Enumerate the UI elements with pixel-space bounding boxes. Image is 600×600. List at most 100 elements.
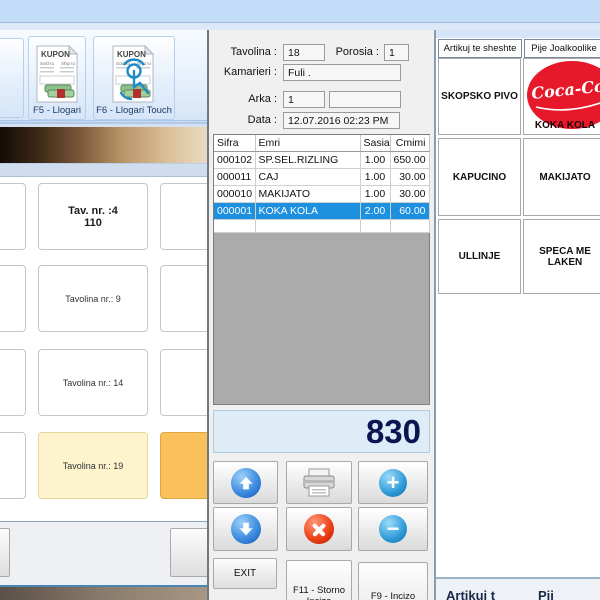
cell-sasia: 1.00 bbox=[360, 186, 390, 203]
order-panel: Tavolina : 18 Porosia : 1 Kamarieri : Fu… bbox=[207, 30, 435, 600]
up-arrow-icon bbox=[231, 468, 261, 498]
f9-incizo-button[interactable]: F9 - Incizo bbox=[358, 562, 428, 600]
ribbon-button-partial-touch[interactable]: Touch bbox=[0, 38, 24, 118]
down-arrow-icon bbox=[231, 514, 261, 544]
table-button-label: Tavolina nr.: 14 bbox=[63, 378, 124, 388]
f11-storno-button[interactable]: F11 - Storno Incizo bbox=[286, 560, 352, 600]
kamarieri-value: Fuli . bbox=[288, 67, 311, 79]
f5-llogari-label: F5 - Llogari bbox=[32, 103, 82, 119]
column-header-sasia[interactable]: Sasia bbox=[360, 135, 390, 152]
kamarieri-label: Kamarieri : bbox=[209, 66, 277, 78]
article-button-makijato[interactable]: MAKIJATO bbox=[523, 138, 600, 216]
move-up-button[interactable] bbox=[213, 461, 278, 504]
porosia-label: Porosia : bbox=[321, 46, 379, 58]
data-label: Data : bbox=[209, 114, 277, 126]
f6-llogari-touch-button[interactable]: KUPON Sold to Ship to F6 - Llogari Touch bbox=[93, 36, 175, 120]
f11-storno-sublabel: Incizo bbox=[287, 596, 351, 600]
table-button-9[interactable]: Tavolina nr.: 9 bbox=[38, 265, 148, 332]
cell-sifra: 000102 bbox=[214, 152, 255, 169]
column-header-sifra[interactable]: Sifra bbox=[214, 135, 255, 152]
cell-cmimi: 650.00 bbox=[390, 152, 429, 169]
article-label: MAKIJATO bbox=[539, 172, 590, 183]
remove-item-button[interactable]: − bbox=[358, 507, 428, 551]
tab-label: Artikuj te sheshte bbox=[444, 43, 517, 54]
article-button-skopsko-pivo[interactable]: SKOPSKO PIVO bbox=[438, 58, 521, 135]
cell-emri: SP.SEL.RIZLING bbox=[255, 152, 360, 169]
minus-icon: − bbox=[379, 515, 407, 543]
data-value: 12.07.2016 02:23 PM bbox=[288, 115, 388, 127]
panel-top-strip bbox=[436, 30, 600, 38]
order-items-table[interactable]: Sifra Emri Sasia Cmimi 000102 SP.SEL.RIZ… bbox=[213, 134, 430, 405]
cancel-x-icon bbox=[304, 514, 334, 544]
ribbon-button-label: Touch bbox=[0, 101, 2, 117]
money-stack-icon bbox=[45, 85, 74, 98]
article-label: SPECA ME LAKEN bbox=[532, 246, 598, 268]
table-row[interactable]: 000010 MAKIJATO 1.00 30.00 bbox=[214, 186, 429, 203]
article-label: ULLINJE bbox=[459, 251, 501, 262]
article-label: KOKA KOLA bbox=[524, 120, 600, 131]
porosia-field[interactable]: 1 bbox=[384, 44, 409, 61]
cell-emri: KOKA KOLA bbox=[255, 203, 360, 220]
clipped-label-artikuj: Artikuj t bbox=[446, 588, 495, 600]
table-row-selected[interactable]: 000001 KOKA KOLA 2.00 60.00 bbox=[214, 203, 429, 220]
arka-secondary-field[interactable] bbox=[329, 91, 401, 108]
top-sub-band bbox=[0, 23, 600, 30]
column-header-cmimi[interactable]: Cmimi bbox=[390, 135, 429, 152]
article-button-speca-me-laken[interactable]: SPECA ME LAKEN bbox=[523, 219, 600, 294]
table-button-label: Tav. nr. :4 bbox=[68, 205, 118, 217]
tab-pije-joalkoolike[interactable]: Pije Joalkoolike bbox=[524, 39, 600, 58]
plus-icon: + bbox=[379, 469, 407, 497]
kupon-touch-icon: KUPON Sold to Ship to bbox=[107, 45, 161, 103]
tab-artikuj-te-sheshte[interactable]: Artikuj te sheshte bbox=[438, 39, 522, 58]
table-button-partial[interactable] bbox=[0, 183, 26, 250]
cancel-button[interactable] bbox=[286, 507, 352, 551]
f6-llogari-touch-label: F6 - Llogari Touch bbox=[95, 103, 173, 119]
articles-panel: Artikuj te sheshte Pije Joalkoolike SKOP… bbox=[435, 30, 600, 600]
background-photo-band bbox=[0, 127, 210, 163]
arka-field[interactable]: 1 bbox=[283, 91, 325, 108]
clipped-label-pije: Pij bbox=[538, 588, 554, 600]
table-button-partial[interactable] bbox=[0, 349, 26, 416]
article-button-kapucino[interactable]: KAPUCINO bbox=[438, 138, 521, 216]
svg-text:KUPON: KUPON bbox=[117, 50, 146, 59]
table-button-partial[interactable] bbox=[0, 432, 26, 499]
exit-button[interactable]: EXIT bbox=[213, 558, 277, 589]
f5-llogari-button[interactable]: KUPON Sold to Ship to F5 - Llogari bbox=[28, 36, 86, 120]
move-down-button[interactable] bbox=[213, 507, 278, 551]
ribbon-toolbar: Touch KUPON Sold to Ship to F5 - Llogari bbox=[0, 30, 210, 121]
order-total: 830 bbox=[213, 410, 430, 453]
svg-text:KUPON: KUPON bbox=[41, 50, 70, 59]
article-button-koka-kola[interactable]: Coca-Cola KOKA KOLA bbox=[523, 58, 600, 135]
cell-sifra: 000001 bbox=[214, 203, 255, 220]
table-button-sublabel: 110 bbox=[84, 217, 102, 229]
table-button-label: Tavolina nr.: 9 bbox=[65, 294, 121, 304]
cell-emri: CAJ bbox=[255, 169, 360, 186]
table-header-row: Sifra Emri Sasia Cmimi bbox=[214, 135, 429, 152]
table-button-partial[interactable] bbox=[0, 265, 26, 332]
tab-label: Pije Joalkoolike bbox=[531, 43, 596, 54]
table-button-14[interactable]: Tavolina nr.: 14 bbox=[38, 349, 148, 416]
table-button-4[interactable]: Tav. nr. :4 110 bbox=[38, 183, 148, 250]
article-label: SKOPSKO PIVO bbox=[441, 91, 518, 102]
cell-emri: MAKIJATO bbox=[255, 186, 360, 203]
table-row[interactable]: 000011 CAJ 1.00 30.00 bbox=[214, 169, 429, 186]
cell-cmimi: 30.00 bbox=[390, 169, 429, 186]
f9-incizo-label: F9 - Incizo bbox=[359, 591, 427, 600]
article-label: KAPUCINO bbox=[453, 172, 506, 183]
column-header-emri[interactable]: Emri bbox=[255, 135, 360, 152]
left-region: Touch KUPON Sold to Ship to F5 - Llogari bbox=[0, 30, 208, 600]
tavolina-field[interactable]: 18 bbox=[283, 44, 325, 61]
table-button-19[interactable]: Tavolina nr.: 19 bbox=[38, 432, 148, 499]
bottom-bar-button-partial[interactable] bbox=[0, 528, 10, 577]
data-field[interactable]: 12.07.2016 02:23 PM bbox=[283, 112, 400, 129]
printer-icon bbox=[301, 468, 337, 498]
cell-sifra: 000010 bbox=[214, 186, 255, 203]
add-item-button[interactable]: + bbox=[358, 461, 428, 504]
cell-sifra: 000011 bbox=[214, 169, 255, 186]
total-value: 830 bbox=[366, 413, 421, 450]
table-row[interactable]: 000102 SP.SEL.RIZLING 1.00 650.00 bbox=[214, 152, 429, 169]
table-row-empty bbox=[214, 220, 429, 233]
print-button[interactable] bbox=[286, 461, 352, 504]
article-button-ullinje[interactable]: ULLINJE bbox=[438, 219, 521, 294]
kamarieri-field[interactable]: Fuli . bbox=[283, 64, 401, 81]
